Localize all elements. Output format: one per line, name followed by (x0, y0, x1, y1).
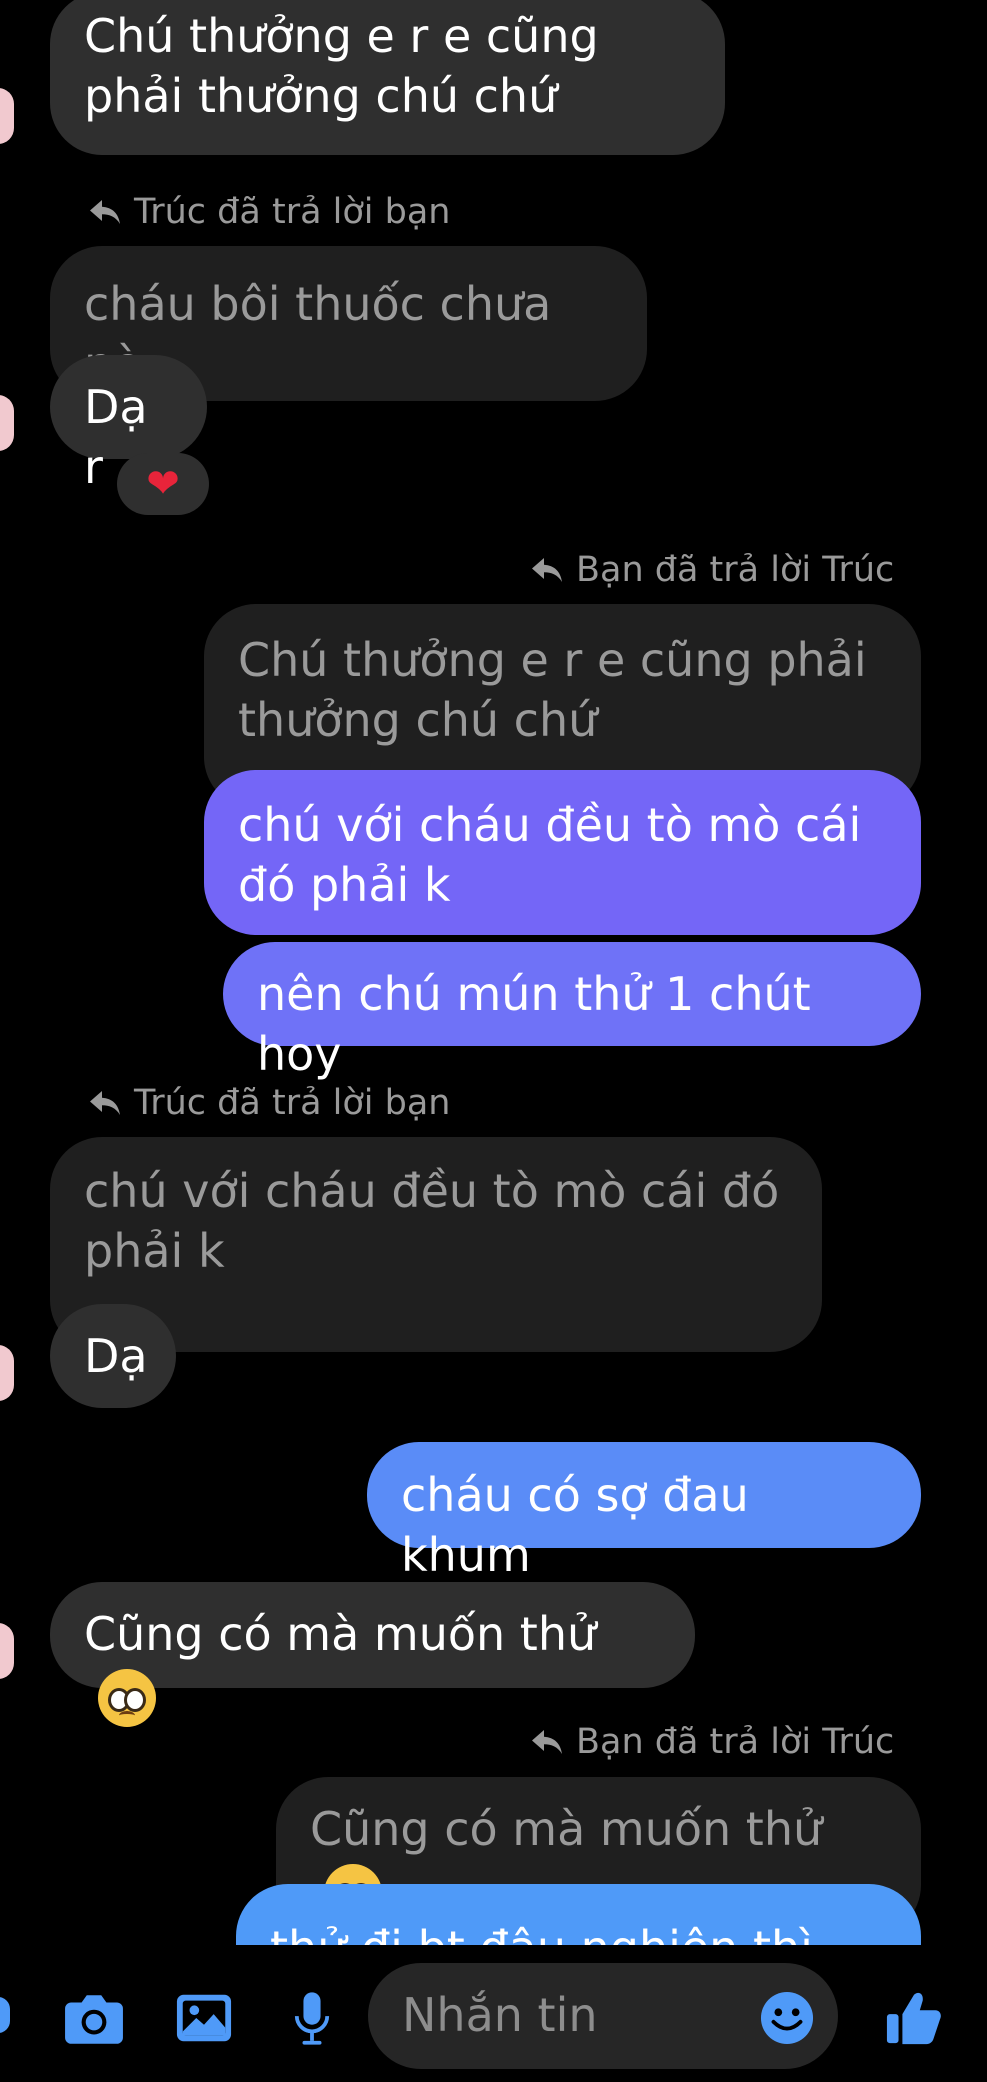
outgoing-message-bubble[interactable]: cháu có sợ đau khum (367, 1442, 921, 1582)
incoming-message-bubble[interactable]: Chú thưởng e r e cũng phải thưởng chú ch… (50, 0, 725, 155)
expand-actions-icon[interactable] (0, 1997, 10, 2033)
reply-arrow-icon (532, 1730, 562, 1754)
message-text: Chú thưởng e r e cũng phải thưởng chú ch… (84, 9, 599, 123)
composer-bar: Nhắn tin (0, 1945, 987, 2082)
message-input[interactable]: Nhắn tin (368, 1963, 838, 2069)
incoming-message-bubble[interactable]: Cũng có mà muốn thử (50, 1582, 695, 1727)
reply-indicator: Bạn đã trả lời Trúc (528, 1722, 894, 1762)
message-text: Dạ (84, 1329, 148, 1383)
avatar[interactable] (0, 1623, 14, 1679)
reaction-badge[interactable]: ❤ (117, 453, 209, 515)
message-text: Cũng có mà muốn thử (84, 1607, 597, 1661)
reply-indicator: Trúc đã trả lời bạn (86, 192, 451, 232)
camera-icon[interactable] (63, 1992, 125, 2046)
avatar[interactable] (0, 395, 14, 451)
quoted-message[interactable]: chú với cháu đều tò mò cái đó phải k (50, 1137, 822, 1352)
image-icon[interactable] (175, 1992, 233, 2044)
reply-indicator-text: Trúc đã trả lời bạn (134, 192, 451, 232)
outgoing-message-bubble[interactable]: chú với cháu đều tò mò cái đó phải k (204, 770, 921, 935)
like-icon[interactable] (885, 1988, 943, 2048)
quoted-message-text: Cũng có mà muốn thử (310, 1802, 823, 1856)
reply-indicator-text: Bạn đã trả lời Trúc (576, 1722, 895, 1762)
reply-indicator: Trúc đã trả lời bạn (86, 1083, 451, 1123)
microphone-icon[interactable] (293, 1989, 331, 2049)
reply-arrow-icon (90, 200, 120, 224)
incoming-message-bubble[interactable]: Dạ (50, 1304, 176, 1408)
avatar[interactable] (0, 88, 14, 144)
pleading-face-icon (98, 1668, 156, 1727)
reply-indicator-text: Bạn đã trả lời Trúc (576, 550, 895, 590)
quoted-message-text: chú với cháu đều tò mò cái đó phải k (84, 1164, 780, 1278)
outgoing-message-bubble[interactable]: nên chú mún thử 1 chút hoy (223, 942, 921, 1081)
avatar[interactable] (0, 1345, 14, 1401)
message-text: cháu có sợ đau khum (401, 1468, 749, 1582)
reply-arrow-icon (90, 1091, 120, 1115)
quoted-message-text: Chú thưởng e r e cũng phải thưởng chú ch… (238, 633, 867, 747)
reply-indicator-text: Trúc đã trả lời bạn (134, 1083, 451, 1123)
message-text: nên chú mún thử 1 chút hoy (257, 967, 811, 1081)
incoming-message-bubble[interactable]: Dạ r (50, 355, 207, 494)
message-text: chú với cháu đều tò mò cái đó phải k (238, 798, 862, 912)
reply-indicator: Bạn đã trả lời Trúc (528, 550, 894, 590)
message-input-placeholder: Nhắn tin (402, 1988, 598, 2042)
emoji-icon[interactable] (760, 1991, 814, 2045)
heart-icon: ❤ (146, 461, 180, 507)
reply-arrow-icon (532, 558, 562, 582)
